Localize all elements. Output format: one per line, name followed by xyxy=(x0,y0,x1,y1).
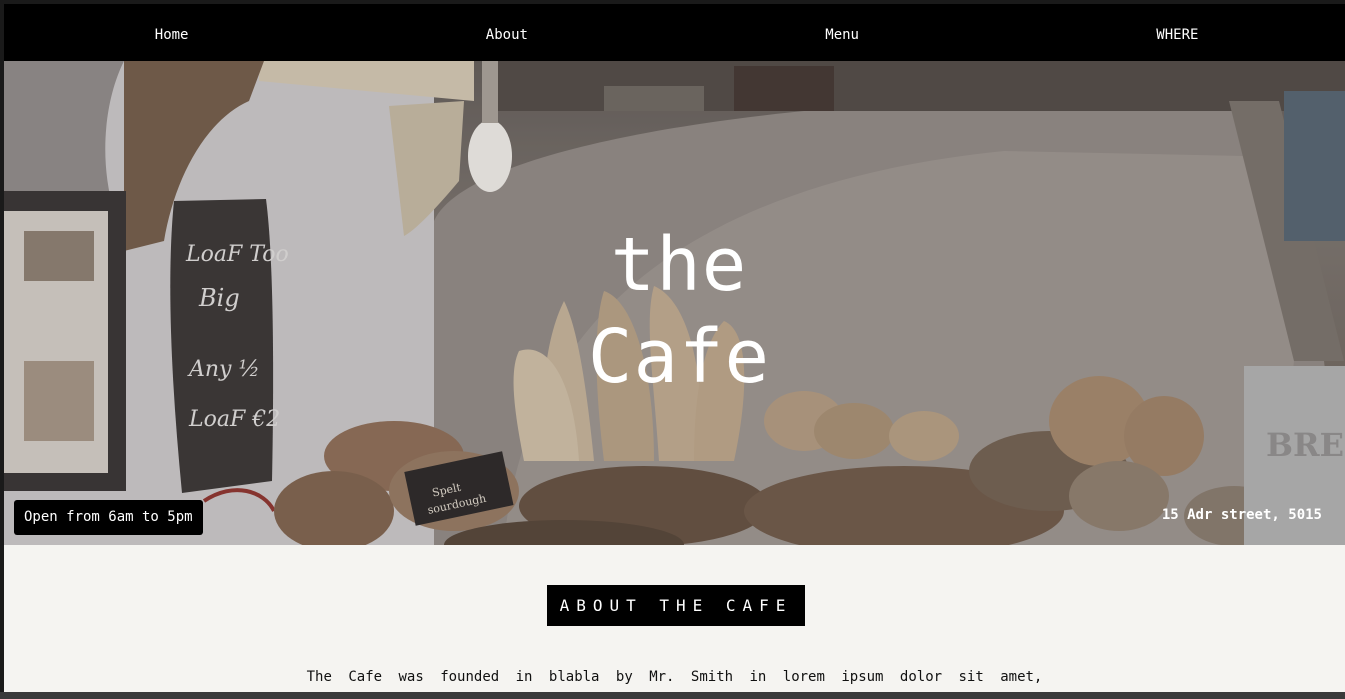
address-text: 15 Adr street, 5015 xyxy=(1161,507,1322,523)
horizontal-scrollbar[interactable] xyxy=(0,692,1345,699)
nav-link-menu[interactable]: Menu xyxy=(675,4,1010,61)
about-paragraph: The Cafe was founded in blabla by Mr. Sm… xyxy=(306,669,1043,685)
nav-link-where[interactable]: WHERE xyxy=(1010,4,1345,61)
hero-title-line-2: Cafe xyxy=(587,314,771,400)
browser-viewport: Home About Menu WHERE LoaF Too Big Any ½… xyxy=(0,0,1345,699)
hero-banner: LoaF Too Big Any ½ LoaF €2 Spelt sourdou… xyxy=(4,61,1345,545)
nav-link-home[interactable]: Home xyxy=(4,4,339,61)
opening-hours-badge: Open from 6am to 5pm xyxy=(14,500,203,535)
top-navigation: Home About Menu WHERE xyxy=(4,4,1345,61)
about-section: ABOUT THE CAFE The Cafe was founded in b… xyxy=(4,545,1345,699)
hero-title-line-1: the xyxy=(610,222,748,308)
nav-link-about[interactable]: About xyxy=(339,4,674,61)
about-heading: ABOUT THE CAFE xyxy=(547,585,805,626)
hero-title: the Cafe xyxy=(584,219,774,403)
